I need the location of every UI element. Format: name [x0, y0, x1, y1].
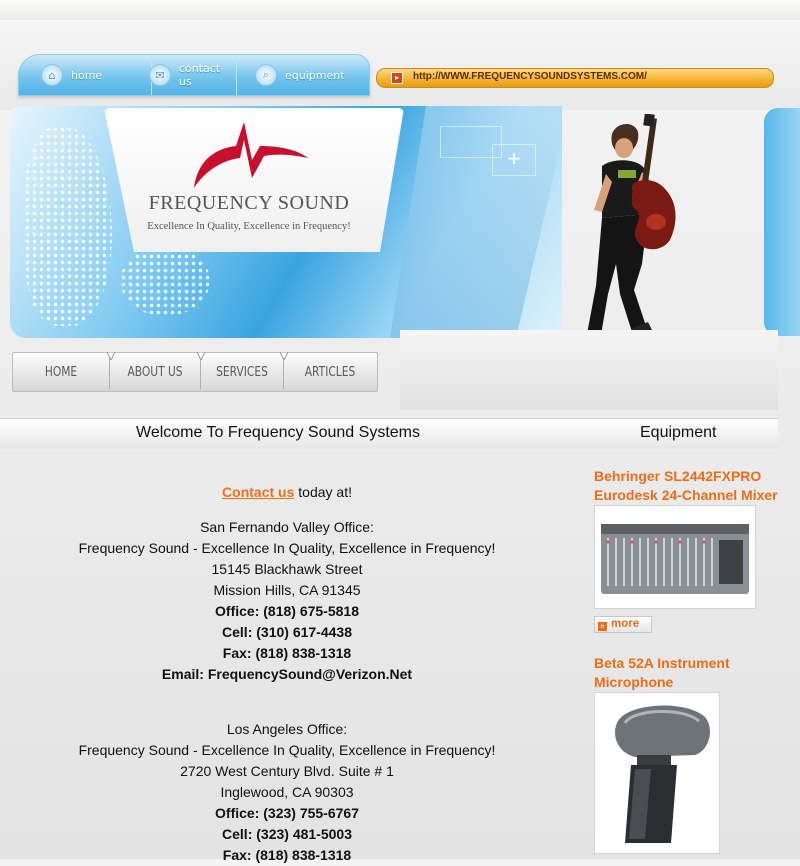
logo-wave-icon — [194, 122, 308, 188]
contact-suffix: today at! — [294, 484, 352, 500]
office-street: 15145 Blackhawk Street — [211, 561, 363, 577]
page-title: Welcome To Frequency Sound Systems — [136, 424, 420, 441]
sidebar-title: Equipment — [640, 424, 717, 441]
nav-about-us[interactable]: ABOUT US — [118, 353, 192, 391]
arrow-icon: » — [598, 622, 607, 631]
equipment-item-name[interactable]: Beta 52A Instrument Microphone — [594, 654, 730, 692]
logo-title: FREQUENCY SOUND — [148, 192, 350, 214]
main-content: Contact us today at! San Fernando Valley… — [30, 482, 544, 866]
topnav-contact-label: contact us — [178, 62, 221, 88]
office-name: San Fernando Valley Office: — [200, 519, 374, 535]
nav-home[interactable]: HOME — [22, 353, 101, 391]
equipment-name-line: Microphone — [594, 674, 674, 690]
top-nav: ⌂ home ✉ contact us ⌕ equipment — [18, 54, 370, 96]
contact-us-link[interactable]: Contact us — [222, 484, 294, 500]
pin-icon — [197, 352, 205, 360]
equipment-name-line: Behringer SL2442FXPRO — [594, 468, 762, 484]
office-phone: Office: (323) 755-6767 — [215, 805, 359, 821]
office-phone: Office: (818) 675-5818 — [215, 603, 359, 619]
banner-wave — [400, 330, 778, 410]
topnav-equipment[interactable]: ⌕ equipment — [237, 55, 367, 95]
search-icon: ⌕ — [255, 64, 277, 86]
office-tagline: Frequency Sound - Excellence In Quality,… — [78, 540, 496, 556]
url-text: http://WWW.FREQUENCYSOUNDSYSTEMS.COM/ — [413, 71, 647, 82]
pin-icon — [107, 352, 115, 360]
url-bar[interactable]: ▸ http://WWW.FREQUENCYSOUNDSYSTEMS.COM/ — [376, 68, 774, 88]
main-nav: HOME ABOUT US SERVICES ARTICLES — [12, 352, 378, 392]
mixer-image-graphic — [601, 524, 749, 594]
fax-number: Fax: (818) 838-1318 — [222, 847, 352, 863]
pin-icon — [280, 352, 288, 360]
side-accent-panel — [764, 108, 800, 336]
mail-icon: ✉ — [149, 64, 171, 86]
cell-phone: Cell: (310) 617-4438 — [222, 624, 352, 640]
more-label: more — [611, 618, 640, 630]
topnav-equipment-label: equipment — [285, 68, 345, 82]
topnav-home-label: home — [71, 68, 103, 82]
microphone-image-graphic — [615, 705, 710, 843]
arrow-icon: ▸ — [391, 72, 403, 84]
mixer-image[interactable] — [594, 505, 756, 609]
microphone-image[interactable] — [594, 692, 720, 854]
home-icon: ⌂ — [41, 64, 63, 86]
more-button[interactable]: » more — [594, 616, 652, 633]
logo-tagline: Excellence In Quality, Excellence in Fre… — [147, 221, 351, 232]
contact-line: Contact us today at! — [30, 482, 544, 503]
office-city: Inglewood, CA 90303 — [220, 784, 354, 800]
topnav-contact[interactable]: ✉ contact us — [129, 55, 237, 95]
fax-number: Fax: (818) 838-1318 — [222, 645, 352, 661]
email-address: Email: FrequencySound@Verizon.Net — [161, 666, 413, 682]
office-name: Los Angeles Office: — [226, 721, 348, 737]
office-street: 2720 West Century Blvd. Suite # 1 — [180, 763, 394, 779]
nav-articles[interactable]: ARTICLES — [292, 353, 367, 391]
office-city: Mission Hills, CA 91345 — [213, 582, 361, 598]
cell-phone: Cell: (323) 481-5003 — [222, 826, 352, 842]
office-tagline: Frequency Sound - Excellence In Quality,… — [78, 742, 496, 758]
equipment-name-line: Eurodesk 24-Channel Mixer — [594, 487, 778, 503]
equipment-name-line: Beta 52A Instrument — [594, 655, 730, 671]
equipment-item-name[interactable]: Behringer SL2442FXPRO Eurodesk 24-Channe… — [594, 467, 778, 505]
nav-services[interactable]: SERVICES — [208, 353, 275, 391]
top-strip — [0, 0, 800, 21]
